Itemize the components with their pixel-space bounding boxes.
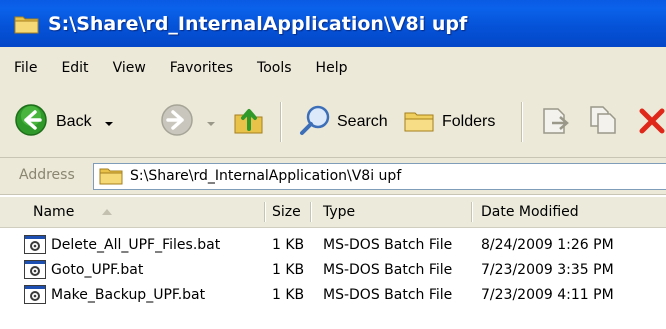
back-button[interactable]: Back [14, 103, 114, 141]
batch-file-icon [24, 285, 46, 304]
address-path: S:\Share\rd_InternalApplication\V8i upf [130, 168, 402, 184]
folder-icon [14, 13, 40, 35]
back-arrow-icon [14, 103, 48, 141]
search-button[interactable]: Search [298, 103, 388, 141]
copy-to-icon [587, 103, 621, 141]
window-title: S:\Share\rd_InternalApplication\V8i upf [48, 12, 468, 35]
title-bar[interactable]: S:\Share\rd_InternalApplication\V8i upf [0, 0, 666, 47]
forward-arrow-icon [160, 103, 194, 141]
file-type: MS-DOS Batch File [323, 287, 453, 303]
toolbar: Back Search Folders [0, 88, 666, 158]
menu-edit[interactable]: Edit [61, 60, 88, 76]
file-date: 7/23/2009 4:11 PM [481, 287, 614, 303]
file-size: 1 KB [272, 262, 305, 278]
up-folder-icon [232, 103, 266, 141]
folders-icon [402, 103, 436, 141]
file-type: MS-DOS Batch File [323, 262, 453, 278]
file-row[interactable]: Delete_All_UPF_Files.bat 1 KB MS-DOS Bat… [0, 233, 666, 257]
menu-tools[interactable]: Tools [257, 60, 292, 76]
delete-button[interactable] [638, 103, 666, 141]
file-type: MS-DOS Batch File [323, 237, 453, 253]
file-name: Delete_All_UPF_Files.bat [51, 237, 221, 253]
column-header-type[interactable]: Type [323, 197, 355, 227]
column-name-label: Name [33, 204, 75, 220]
column-headers: Name Size Type Date Modified [0, 197, 666, 228]
back-dropdown-icon[interactable] [104, 113, 114, 132]
address-label: Address [19, 167, 75, 183]
search-icon [298, 103, 332, 141]
menu-bar: File Edit View Favorites Tools Help [0, 47, 666, 89]
menu-view[interactable]: View [113, 60, 146, 76]
address-bar: Address S:\Share\rd_InternalApplication\… [0, 158, 666, 195]
folder-icon [99, 166, 123, 190]
file-name: Make_Backup_UPF.bat [51, 287, 206, 303]
column-header-size[interactable]: Size [272, 197, 301, 227]
column-header-date[interactable]: Date Modified [481, 197, 579, 227]
column-divider[interactable] [264, 202, 266, 222]
menu-favorites[interactable]: Favorites [170, 60, 233, 76]
file-date: 7/23/2009 3:35 PM [481, 262, 614, 278]
batch-file-icon [24, 235, 46, 254]
folders-button[interactable]: Folders [402, 103, 495, 141]
forward-dropdown-icon[interactable] [206, 113, 216, 132]
forward-button[interactable] [160, 103, 216, 141]
move-to-icon [538, 103, 572, 141]
column-divider[interactable] [471, 202, 473, 222]
menu-file[interactable]: File [14, 60, 37, 76]
address-field[interactable]: S:\Share\rd_InternalApplication\V8i upf [93, 163, 666, 190]
file-row[interactable]: Make_Backup_UPF.bat 1 KB MS-DOS Batch Fi… [0, 283, 666, 307]
move-to-button[interactable] [538, 103, 572, 141]
file-size: 1 KB [272, 237, 305, 253]
folders-label: Folders [442, 113, 496, 130]
back-label: Back [56, 113, 92, 130]
file-row[interactable]: Goto_UPF.bat 1 KB MS-DOS Batch File 7/23… [0, 258, 666, 282]
search-label: Search [337, 113, 388, 130]
batch-file-icon [24, 260, 46, 279]
delete-x-icon [638, 103, 666, 141]
column-divider[interactable] [310, 202, 312, 222]
up-folder-button[interactable] [232, 103, 266, 141]
copy-to-button[interactable] [587, 103, 621, 141]
file-date: 8/24/2009 1:26 PM [481, 237, 614, 253]
menu-help[interactable]: Help [316, 60, 348, 76]
column-header-name[interactable]: Name [33, 197, 113, 227]
file-name: Goto_UPF.bat [51, 262, 144, 278]
sort-ascending-icon [101, 204, 113, 220]
toolbar-separator [521, 102, 523, 142]
toolbar-separator [280, 102, 282, 142]
file-size: 1 KB [272, 287, 305, 303]
